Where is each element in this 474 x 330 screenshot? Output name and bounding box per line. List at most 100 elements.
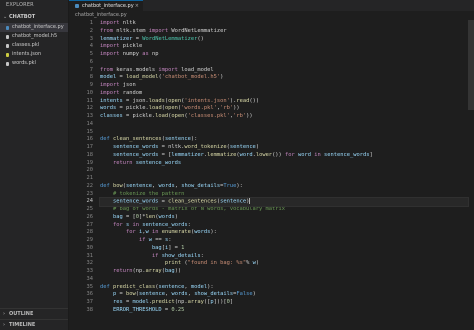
code-token: : (168, 237, 172, 243)
line-number: 34 (86, 275, 94, 282)
file-item[interactable]: chatbot_interface.py (0, 23, 68, 32)
code-token: import (100, 82, 120, 88)
code-line[interactable]: res = model.predict(np.array([p]))[0] (100, 299, 468, 307)
code-token: )) (246, 113, 253, 119)
code-token: from (100, 66, 113, 73)
code-token: ): (210, 229, 217, 236)
code-line[interactable] (100, 121, 468, 129)
code-line[interactable]: sentence_words = [lemmatizer.lemmatize(w… (100, 152, 468, 160)
code-line[interactable]: words = pickle.load(open('words.pkl','rb… (100, 105, 468, 113)
code-line[interactable]: return sentence_words (100, 160, 468, 168)
file-icon (6, 61, 9, 66)
code-line[interactable]: bag = [0]*len(words) (100, 214, 468, 222)
code-line[interactable]: import json (100, 82, 468, 90)
code-line[interactable] (100, 175, 468, 183)
code-line[interactable]: for s in sentence_words: (100, 222, 468, 230)
code-token: bag (151, 244, 162, 251)
code-token: lower (255, 151, 273, 158)
code-text[interactable]: import nltk from nltk.stem import WordNet… (99, 20, 469, 315)
code-token: bag (112, 213, 123, 220)
code-line[interactable]: import numpy as np (100, 51, 468, 59)
file-item[interactable]: classes.pkl (0, 41, 68, 50)
code-token: ERROR_THRESHOLD (112, 306, 162, 313)
timeline-section[interactable]: › TIMELINE (0, 319, 68, 330)
code-token: sentence (138, 291, 165, 298)
timeline-label: TIMELINE (9, 322, 36, 328)
file-icon (6, 34, 9, 39)
code-line[interactable]: for i,w in enumerate(words): (100, 229, 468, 237)
code-area[interactable]: 1 2 3 4 5 6 7 8 9 10 11 12 13 14 15 16 17 18 19 20 21 22 23 24 2… (69, 20, 474, 330)
line-number: 25 (86, 206, 94, 212)
code-line[interactable]: from keras.models import load_model (100, 67, 468, 75)
code-token: load (148, 105, 162, 112)
code-line[interactable]: # bag of words - matrix of N words, voca… (100, 206, 468, 214)
line-number: 1 (89, 20, 93, 26)
code-line[interactable]: # tokenize the pattern (100, 191, 468, 199)
code-token: ) (255, 260, 260, 267)
code-token: pickle (119, 43, 143, 50)
code-line[interactable]: if show_details: (100, 253, 468, 261)
code-line[interactable]: if w == s: (100, 237, 468, 245)
code-line[interactable]: from nltk.stem import WordNetLemmatizer (100, 28, 468, 36)
code-line[interactable] (100, 59, 468, 67)
breadcrumb[interactable]: chatbot_interface.py (69, 11, 474, 20)
code-line[interactable]: intents = json.loads(open('intents.json'… (100, 98, 468, 106)
file-item[interactable]: words.pkl (0, 59, 68, 68)
code-line[interactable] (100, 276, 468, 284)
code-token: clean_sentences (168, 198, 217, 205)
code-line[interactable]: p = bow(sentence, words, show_details=Fa… (100, 291, 468, 299)
close-icon[interactable]: × (135, 1, 139, 12)
code-token: = nltk. (158, 144, 185, 150)
code-token: loads (148, 97, 165, 104)
code-token: sentence_words (142, 221, 188, 228)
vertical-scrollbar[interactable] (468, 20, 474, 110)
code-line[interactable]: return(np.array(bag)) (100, 268, 468, 276)
code-line[interactable]: sentence_words = clean_sentences(sentenc… (99, 197, 469, 207)
code-token: enumerate (161, 229, 191, 236)
code-token: import (100, 20, 120, 26)
code-line[interactable]: lemmatizer = WordNetLemmatizer() (100, 36, 468, 44)
code-line[interactable]: ERROR_THRESHOLD = 0.25 (100, 307, 468, 315)
code-token: sentence (220, 198, 247, 205)
code-token: array (145, 268, 162, 274)
line-number: 19 (86, 159, 94, 166)
folder-header[interactable]: ⌄ CHATBOT (0, 13, 68, 22)
code-token: word (239, 151, 253, 158)
code-token: = json. (122, 97, 149, 104)
code-token: import (148, 27, 169, 34)
tab-chatbot-interface[interactable]: chatbot_interface.py × (69, 0, 143, 11)
code-line[interactable]: print ("found in bag: %s"% w) (100, 260, 468, 268)
code-line[interactable] (100, 129, 468, 137)
line-number: 15 (86, 128, 94, 135)
outline-section[interactable]: › OUTLINE (0, 308, 68, 319)
code-line[interactable]: sentence_words = nltk.word_tokenize(sent… (100, 144, 468, 152)
tab-label: chatbot_interface.py (82, 3, 134, 9)
file-item[interactable]: chatbot_model.h5 (0, 32, 68, 41)
code-line[interactable]: classes = pickle.load(open('classes.pkl'… (100, 113, 468, 121)
file-name: chatbot_model.h5 (12, 33, 58, 39)
code-token: (np. (174, 299, 188, 305)
code-token: predict_class (113, 283, 156, 290)
line-number: 16 (86, 136, 94, 143)
editor-pane: chatbot_interface.py × chatbot_interface… (69, 0, 474, 330)
code-token: array (187, 299, 204, 305)
line-number: 14 (86, 120, 94, 127)
code-token: )) (174, 268, 182, 274)
code-line[interactable]: import pickle (100, 43, 468, 51)
code-token: classes (100, 113, 123, 119)
code-line[interactable]: bag[i] = 1 (100, 245, 468, 253)
code-line[interactable] (100, 167, 468, 175)
file-icon (6, 52, 9, 57)
file-item[interactable]: intents.json (0, 50, 68, 59)
code-token: def (100, 283, 110, 290)
code-line[interactable]: import random (100, 90, 468, 98)
code-token: numpy (119, 51, 143, 57)
code-line[interactable]: import nltk (100, 20, 468, 28)
code-line[interactable]: def bow(sentence, words, show_details=Tr… (100, 183, 468, 191)
code-line[interactable]: def clean_sentences(sentence): (100, 136, 468, 144)
code-line[interactable]: model = load_model('chatbot_model.h5') (100, 74, 468, 82)
code-line[interactable]: def predict_class(sentence, model): (100, 284, 468, 292)
